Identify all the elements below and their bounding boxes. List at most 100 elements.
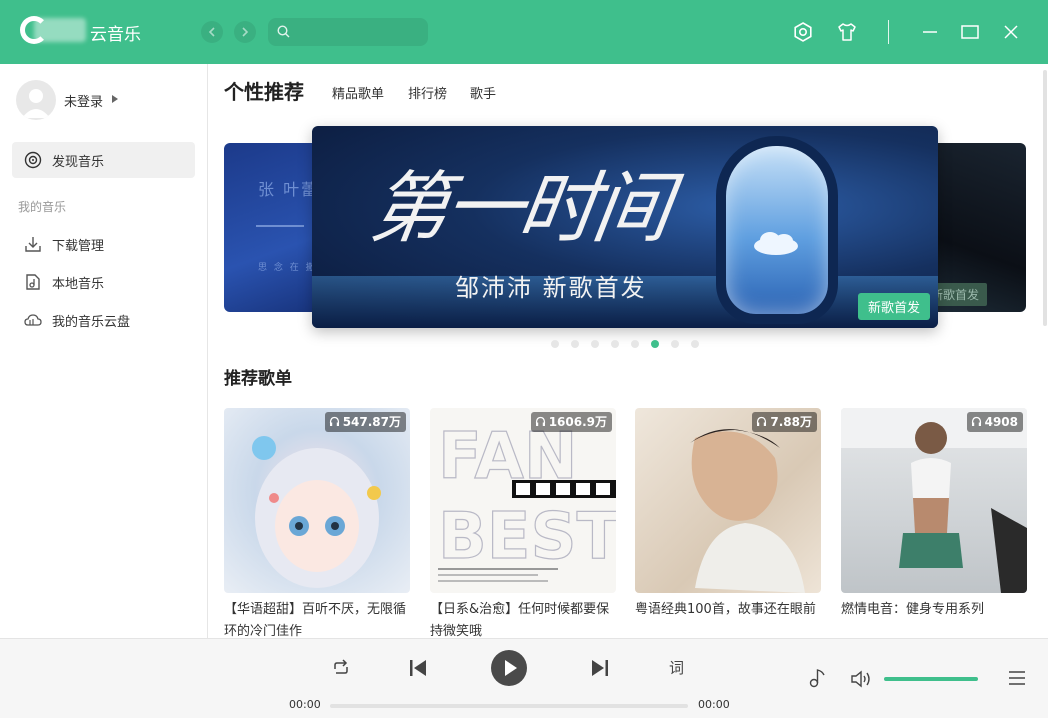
- close-icon[interactable]: [999, 20, 1023, 44]
- section-title-recommended-playlists[interactable]: 推荐歌单: [224, 364, 292, 389]
- play-count-badge: 4908: [966, 412, 1023, 432]
- app-title: 云音乐: [90, 25, 141, 45]
- logo-blur: [34, 18, 86, 42]
- banner-left-text: 张 叶蕾: [258, 180, 320, 199]
- banner-dot[interactable]: [551, 340, 559, 348]
- banner-subtitle: 邹沛沛 新歌首发: [455, 274, 647, 302]
- previous-track-icon[interactable]: [407, 657, 429, 679]
- banner-dot[interactable]: [671, 340, 679, 348]
- sidebar-item-cloud[interactable]: 我的音乐云盘: [12, 302, 195, 338]
- banner-headline: 第一时间: [364, 164, 674, 254]
- playlist-card[interactable]: 4908 燃情电音：健身专用系列: [841, 408, 1027, 638]
- download-icon: [25, 237, 41, 252]
- progress-bar[interactable]: [330, 704, 688, 708]
- volume-slider[interactable]: [884, 677, 978, 681]
- playlist-cover: 4908: [841, 408, 1027, 593]
- banner-dot[interactable]: [691, 340, 699, 348]
- banner-dot[interactable]: [571, 340, 579, 348]
- chevron-right-icon: [242, 27, 249, 37]
- maximize-icon[interactable]: [958, 20, 982, 44]
- play-count: 547.87万: [342, 415, 401, 429]
- playlist-queue-icon[interactable]: [1007, 669, 1027, 687]
- play-button[interactable]: [491, 650, 527, 686]
- headphones-icon: [757, 416, 767, 426]
- banner-left-line: [256, 225, 304, 227]
- volume-icon[interactable]: [850, 669, 872, 689]
- sidebar-item-label: 我的音乐云盘: [52, 315, 131, 330]
- disc-icon: [24, 151, 42, 169]
- cloud-icon: [24, 314, 42, 326]
- caret-right-icon: [112, 95, 118, 103]
- playlist-title[interactable]: 【华语超甜】百听不厌，无限循环的冷门佳作: [224, 599, 410, 638]
- headphones-icon: [329, 416, 339, 426]
- minimize-icon[interactable]: [918, 20, 942, 44]
- banner-dot[interactable]: [591, 340, 599, 348]
- main-content: 个性推荐 精品歌单 排行榜 歌手 张 叶蕾 思 念 在 撒 新歌首发 第一时间 …: [209, 64, 1039, 638]
- playlist-title[interactable]: 燃情电音：健身专用系列: [841, 599, 1027, 638]
- svg-text:BEST: BEST: [438, 500, 616, 574]
- tab-artists[interactable]: 歌手: [470, 83, 496, 102]
- cover-art-fan-best: FAN BEST: [437, 419, 616, 582]
- playlist-cover: FAN BEST 1606.9万: [430, 408, 616, 593]
- cloud-art-icon: [754, 232, 798, 255]
- playlist-card[interactable]: 7.88万 粤语经典100首，故事还在眼前: [635, 408, 821, 638]
- cover-art-anime: [252, 436, 381, 588]
- playlist-card[interactable]: 547.87万 【华语超甜】百听不厌，无限循环的冷门佳作: [224, 408, 410, 638]
- headphones-icon: [535, 416, 545, 426]
- music-note-icon[interactable]: [808, 667, 828, 689]
- current-time: 00:00: [289, 698, 321, 711]
- playlist-cover: 7.88万: [635, 408, 821, 593]
- playlist-cover: 547.87万: [224, 408, 410, 593]
- next-track-icon[interactable]: [589, 657, 611, 679]
- play-count-badge: 1606.9万: [530, 412, 612, 432]
- sidebar-item-label: 本地音乐: [52, 277, 105, 292]
- search-icon: [277, 25, 290, 38]
- player-bar: 词 00:00 00:00: [0, 638, 1048, 718]
- lyrics-button[interactable]: 词: [669, 657, 684, 678]
- login-link[interactable]: 未登录: [64, 91, 103, 110]
- search-box[interactable]: [268, 18, 428, 46]
- play-count: 4908: [984, 415, 1018, 429]
- title-bar: 云音乐: [0, 0, 1048, 64]
- banner-dot[interactable]: [611, 340, 619, 348]
- forward-button[interactable]: [234, 21, 256, 43]
- repeat-icon[interactable]: [331, 658, 351, 678]
- sidebar-item-download[interactable]: 下载管理: [12, 226, 195, 262]
- cover-art-portrait: [690, 429, 805, 593]
- user-icon: [22, 89, 50, 118]
- sidebar: 未登录 发现音乐 我的音乐 下载管理 本地音乐 我的音乐云盘: [0, 64, 208, 638]
- playlist-title[interactable]: 【日系&治愈】任何时候都要保持微笑哦: [430, 599, 616, 638]
- total-time: 00:00: [698, 698, 730, 711]
- sidebar-item-local-music[interactable]: 本地音乐: [12, 264, 195, 300]
- search-input[interactable]: [296, 22, 422, 42]
- tab-charts[interactable]: 排行榜: [408, 83, 447, 102]
- cover-art-fitness: [841, 408, 1027, 593]
- sidebar-item-label: 发现音乐: [52, 155, 105, 170]
- play-count-badge: 547.87万: [324, 412, 406, 432]
- banner-window-art: [716, 136, 838, 324]
- skin-tshirt-icon[interactable]: [835, 20, 859, 44]
- local-music-icon: [26, 274, 40, 290]
- chevron-left-icon: [208, 27, 215, 37]
- avatar[interactable]: [16, 80, 56, 120]
- playlist-card[interactable]: FAN BEST 1606.9万 【日系&治愈】任何时候都要保持微笑哦: [430, 408, 616, 638]
- playlist-title[interactable]: 粤语经典100首，故事还在眼前: [635, 599, 821, 638]
- play-count: 7.88万: [770, 415, 812, 429]
- banner-tag: 新歌首发: [857, 293, 930, 320]
- banner-left-small: 思 念 在 撒: [258, 263, 317, 273]
- page-title: 个性推荐: [224, 80, 304, 104]
- sidebar-item-label: 下载管理: [52, 239, 105, 254]
- banner-slide-current[interactable]: 第一时间 邹沛沛 新歌首发 新歌首发: [312, 126, 938, 328]
- titlebar-divider: [888, 20, 889, 44]
- my-music-section-label: 我的音乐: [18, 200, 67, 214]
- settings-icon[interactable]: [791, 20, 815, 44]
- tab-premium-playlists[interactable]: 精品歌单: [332, 83, 384, 102]
- sidebar-item-discover[interactable]: 发现音乐: [12, 142, 195, 178]
- banner-dot-active[interactable]: [651, 340, 659, 348]
- banner-dot[interactable]: [631, 340, 639, 348]
- main-scrollbar[interactable]: [1043, 70, 1047, 326]
- play-count: 1606.9万: [548, 415, 607, 429]
- play-count-badge: 7.88万: [752, 412, 817, 432]
- headphones-icon: [971, 416, 981, 426]
- back-button[interactable]: [201, 21, 223, 43]
